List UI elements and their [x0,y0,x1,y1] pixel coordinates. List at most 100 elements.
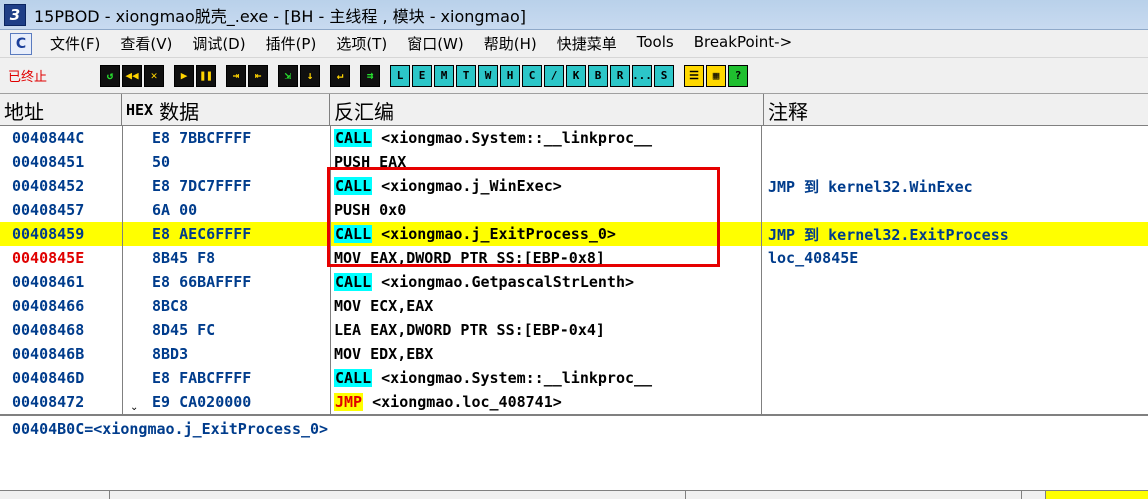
menu-bar: C 文件(F) 查看(V) 调试(D) 插件(P) 选项(T) 窗口(W) 帮助(H) 快捷菜… [0,30,1148,58]
toolbar-button-icon[interactable]: ⇥ [226,64,246,87]
row-address: 00408457 [12,201,85,219]
menu-item[interactable]: 选项(T) [326,33,397,54]
app-logo-icon: 3 [4,3,26,26]
row-operand: <xiongmao.j_WinExec> [372,177,562,195]
column-divider [761,126,762,414]
toolbar-group: ⇲ ↓ [278,64,322,87]
column-divider [330,126,331,414]
info-text: 00404B0C=<xiongmao.j_ExitProcess_0> [12,420,329,438]
disasm-row[interactable]: 00408451 50 PUSH EAX [0,150,1148,174]
row-address: 0040845E [12,249,85,267]
menu-item[interactable]: BreakPoint-> [684,33,802,54]
toolbar-button-icon[interactable]: B [588,64,608,87]
toolbar-button-icon[interactable]: S [654,64,674,87]
row-opcode: JMP [334,393,364,411]
toolbar-button-icon[interactable]: R [610,64,630,87]
toolbar-button-icon[interactable]: K [566,64,586,87]
title-bar[interactable]: 3 15PBOD - xiongmao脱壳_.exe - [BH - 主线程 ,… [0,0,1148,30]
disasm-row[interactable]: 0040845E 8B45 F8 MOV EAX,DWORD PTR SS:[EBP… [0,246,1148,270]
row-comment: JMP 到 kernel32.WinExec [768,177,973,196]
row-operand: <xiongmao.System::__linkproc__ [372,129,653,147]
row-operand: <xiongmao.j_ExitProcess_0> [372,225,616,243]
disassembly-pane[interactable]: 0040844C E8 7BBCFFFF CALL <xiongmao.System… [0,126,1148,414]
toolbar-button-icon[interactable]: L [390,64,410,87]
menu-item[interactable]: 查看(V) [110,33,182,54]
toolbar-button-icon[interactable]: ↓ [300,64,320,87]
row-hex-bytes: E8 AEC6FFFF [152,225,252,243]
row-disasm: CALL <xiongmao.GetpascalStrLenth> [330,273,760,291]
menu-item[interactable]: 插件(P) [256,33,327,54]
row-address: 00408461 [12,273,85,291]
toolbar-button-icon[interactable]: ↺ [100,64,120,87]
menu-item[interactable]: 文件(F) [40,33,110,54]
row-hex-bytes: E8 7BBCFFFF [152,129,252,147]
toolbar-group: L E M T W H C / K B R... S [390,64,676,87]
row-address: 00408451 [12,153,85,171]
toolbar-button-icon[interactable]: ... [632,64,652,87]
jump-arrow-icon: ⌄ [130,402,139,413]
row-opcode: MOV EAX,DWORD PTR SS:[EBP-0x8] [334,249,605,267]
column-disasm[interactable]: 反汇编 [330,94,764,126]
menu-item[interactable]: 帮助(H) [474,33,547,54]
toolbar-group: ▶ ❚❚ [174,64,218,87]
disasm-row[interactable]: 00408461 E8 66BAFFFF CALL <xiongmao.Getpas… [0,270,1148,294]
row-hex-bytes: 8B45 F8 [152,249,216,267]
toolbar-button-icon[interactable]: / [544,64,564,87]
dump-header [0,490,1148,499]
toolbar-button-icon[interactable]: ❚❚ [196,64,216,87]
disasm-row[interactable]: 00408468 8D45 FC LEA EAX,DWORD PTR SS:[EBP… [0,318,1148,342]
toolbar-button-icon[interactable]: ↵ [330,64,350,87]
toolbar-button-icon[interactable]: H [500,64,520,87]
menu-item[interactable]: 快捷菜单 [547,33,627,54]
disasm-row[interactable]: 00408472 E9 CA020000 ⌄ JMP <xiongmao.loc_40… [0,390,1148,414]
column-comment[interactable]: 注释 [764,94,1148,126]
column-address[interactable]: 地址 [0,94,122,126]
row-hex: E8 AEC6FFFF [122,225,330,243]
toolbar-button-icon[interactable]: ☰ [684,64,704,87]
row-address: 00408472 [12,393,85,411]
row-opcode: CALL [334,225,373,243]
toolbar-button-icon[interactable]: T [456,64,476,87]
row-hex-bytes: E9 CA020000 [152,393,252,411]
menu-item[interactable]: 调试(D) [182,33,255,54]
disasm-row[interactable]: 00408459 E8 AEC6FFFF CALL <xiongmao.j_Exit… [0,222,1148,246]
toolbar-button-icon[interactable]: E [412,64,432,87]
disasm-row[interactable]: 00408466 8BC8 MOV ECX,EAX [0,294,1148,318]
toolbar-button-icon[interactable]: ⇉ [360,64,380,87]
disasm-row[interactable]: 0040846D E8 FABCFFFF CALL <xiongmao.System… [0,366,1148,390]
info-pane[interactable]: 00404B0C=<xiongmao.j_ExitProcess_0> [0,414,1148,490]
toolbar-button-icon[interactable]: ◀◀ [122,64,142,87]
row-hex: E9 CA020000 ⌄ [122,393,330,413]
dump-column [0,491,110,499]
toolbar-button-icon[interactable]: ? [728,64,748,87]
child-window-icon[interactable]: C [10,32,32,55]
toolbar-group: ↵ [330,64,352,87]
menu-item[interactable]: 窗口(W) [397,33,474,54]
row-opcode: CALL [334,177,373,195]
disasm-row[interactable]: 00408457 6A 00 PUSH 0x0 [0,198,1148,222]
row-disasm: PUSH 0x0 [330,201,760,219]
row-hex: 50 [122,153,330,171]
toolbar-group: ⇉ [360,64,382,87]
toolbar-button-icon[interactable]: ⇲ [278,64,298,87]
toolbar-button-icon[interactable]: W [478,64,498,87]
row-hex: E8 7BBCFFFF [122,129,330,147]
row-disasm: CALL <xiongmao.j_ExitProcess_0> [330,225,760,243]
row-hex-bytes: E8 66BAFFFF [152,273,252,291]
toolbar-button-icon[interactable]: C [522,64,542,87]
toolbar-button-icon[interactable]: ▶ [174,64,194,87]
toolbar-button-icon[interactable]: ▦ [706,64,726,87]
toolbar-button-icon[interactable]: ✕ [144,64,164,87]
menu-item[interactable]: Tools [627,33,684,54]
toolbar-button-icon[interactable]: M [434,64,454,87]
column-hex[interactable]: HEX 数据 [122,94,330,126]
disasm-row[interactable]: 0040844C E8 7BBCFFFF CALL <xiongmao.System… [0,126,1148,150]
disasm-row[interactable]: 00408452 E8 7DC7FFFF CALL <xiongmao.j_WinE… [0,174,1148,198]
window-title: 15PBOD - xiongmao脱壳_.exe - [BH - 主线程 , 模… [34,6,526,26]
row-hex: 8B45 F8 [122,249,330,267]
toolbar-group: ↺ ◀◀ ✕ [100,64,166,87]
dump-column [686,491,1022,499]
disasm-row[interactable]: 0040846B 8BD3 MOV EDX,EBX [0,342,1148,366]
row-hex: E8 66BAFFFF [122,273,330,291]
toolbar-button-icon[interactable]: ⇤ [248,64,268,87]
